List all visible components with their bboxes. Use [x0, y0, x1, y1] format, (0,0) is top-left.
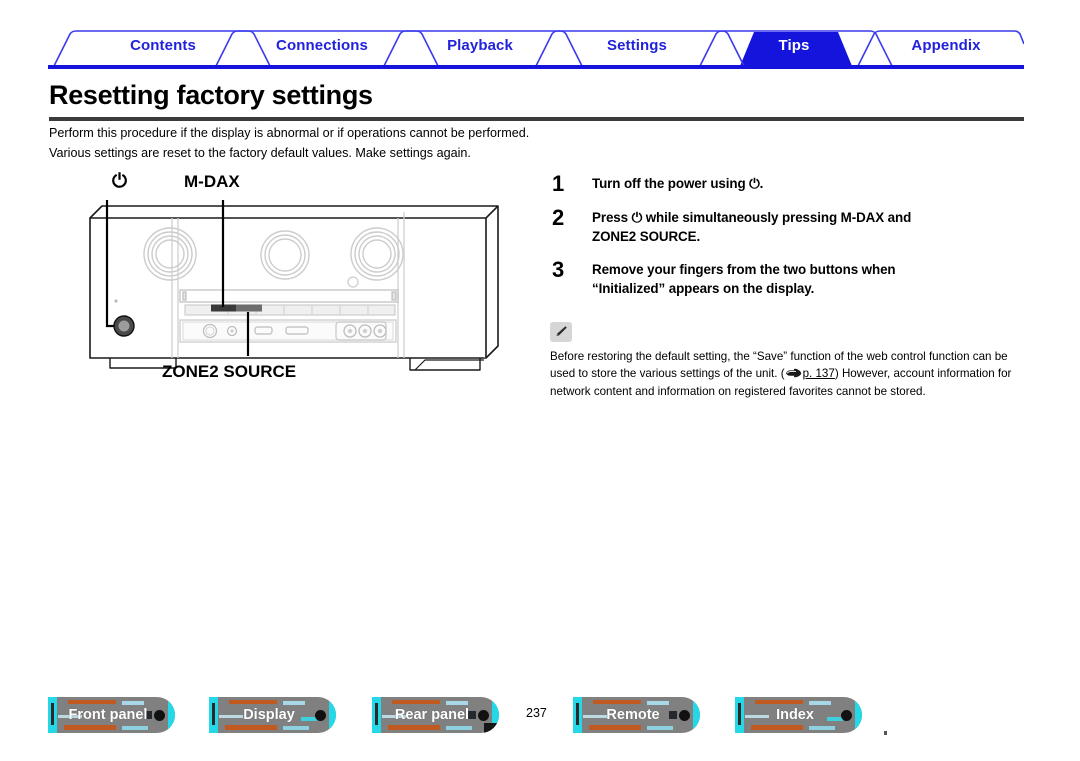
tab-connections[interactable]: Connections: [234, 26, 410, 66]
footer-button-remote-label: Remote: [606, 707, 660, 723]
step-2-number: 2: [552, 205, 565, 230]
footer-button-remote[interactable]: Remote: [573, 697, 700, 733]
footer-button-display-label: Display: [243, 707, 295, 723]
figure-callout-m-dax: M-DAX: [184, 172, 240, 191]
procedure-steps: 1 Turn off the power using ⏻. 2 Press ⏻ …: [552, 171, 1022, 312]
tab-settings[interactable]: Settings: [556, 26, 718, 66]
step-3-text: Remove your fingers from the two buttons…: [592, 260, 896, 298]
footer-button-index-label: Index: [776, 707, 814, 723]
footer-button-rear-panel-label: Rear panel: [394, 707, 470, 723]
tab-appendix[interactable]: Appendix: [878, 26, 1014, 66]
intro-line-2: Various settings are reset to the factor…: [49, 146, 471, 160]
note-text: Before restoring the default setting, th…: [550, 349, 1020, 401]
step-2-text: Press ⏻ while simultaneously pressing M-…: [592, 208, 911, 246]
tab-playback[interactable]: Playback: [404, 26, 556, 66]
step-3-number: 3: [552, 257, 565, 282]
intro-line-1: Perform this procedure if the display is…: [49, 126, 530, 140]
cyan-edge-right: [168, 697, 175, 733]
figure-callout-power: ⏻: [112, 170, 128, 192]
footer-button-index[interactable]: Index: [735, 697, 862, 733]
note-block: Before restoring the default setting, th…: [550, 322, 1020, 401]
title-divider: [49, 117, 1024, 121]
page-reference-link[interactable]: p. 137: [803, 367, 835, 380]
tab-contents[interactable]: Contents: [78, 26, 248, 66]
step-3-line-2: “Initialized” appears on the display.: [592, 281, 815, 296]
zone2-source-button: [236, 304, 262, 312]
step-2-line-1: Press ⏻ while simultaneously pressing M-…: [592, 210, 912, 225]
step-2-line-2: ZONE2 SOURCE.: [592, 229, 701, 244]
page-title: Resetting factory settings: [49, 80, 373, 110]
footer-button-display[interactable]: Display: [209, 697, 336, 733]
cyan-edge-right: [693, 697, 700, 733]
step-1-text: Turn off the power using ⏻.: [592, 174, 763, 193]
step-3: 3 Remove your fingers from the two butto…: [552, 257, 1022, 298]
cyan-edge-right: [855, 697, 862, 733]
step-2: 2 Press ⏻ while simultaneously pressing …: [552, 205, 1022, 246]
pointing-hand-icon: [785, 368, 802, 385]
step-1-line-1: Turn off the power using ⏻.: [592, 176, 764, 191]
page-number: 237: [526, 706, 547, 720]
tab-bar: Contents Connections Playback Settings T…: [48, 26, 1024, 70]
receiver-figure: ⏻ M-DAX ZONE2 SOURCE: [80, 170, 510, 395]
note-text-b: ): [834, 366, 839, 380]
tab-tips[interactable]: Tips: [720, 26, 868, 66]
figure-callout-zone2-source: ZONE2 SOURCE: [162, 362, 297, 381]
stray-artifact: [884, 731, 887, 735]
cyan-edge-right: [329, 697, 336, 733]
intro-paragraph: Perform this procedure if the display is…: [49, 123, 749, 163]
footer-button-front-panel[interactable]: Front panel: [48, 697, 175, 733]
step-3-line-1: Remove your fingers from the two buttons…: [592, 262, 896, 277]
footer-button-rear-panel[interactable]: Rear panel: [372, 697, 499, 733]
step-1-number: 1: [552, 171, 565, 196]
pencil-icon: [550, 322, 572, 342]
pencil-icon-glyph: [556, 326, 567, 336]
footer-button-front-panel-label: Front panel: [68, 707, 148, 723]
step-1: 1 Turn off the power using ⏻.: [552, 171, 1022, 196]
